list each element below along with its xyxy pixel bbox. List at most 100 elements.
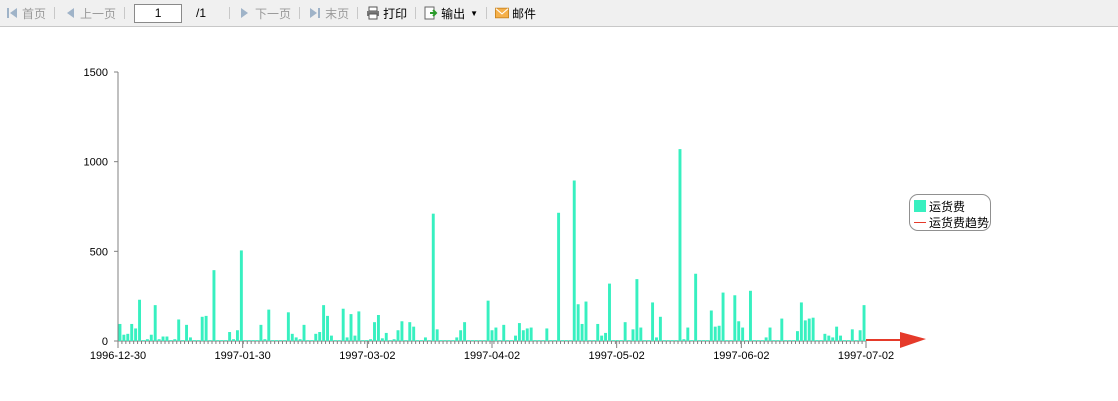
bar-freight	[341, 308, 345, 341]
bar-freight	[596, 323, 600, 341]
first-page-button[interactable]: 首页	[2, 3, 49, 23]
bar-freight	[333, 340, 337, 341]
bar-freight	[329, 335, 333, 341]
bar-freight	[831, 337, 835, 341]
bar-freight	[494, 327, 498, 341]
bar-freight	[674, 340, 678, 341]
bar-freight	[408, 322, 412, 341]
x-tick-label: 1997-01-30	[215, 350, 271, 362]
bar-freight	[623, 322, 627, 341]
bar-freight	[572, 180, 576, 341]
bar-freight	[286, 312, 290, 341]
trend-line-group	[866, 332, 926, 348]
bars-group	[118, 149, 866, 341]
last-page-button[interactable]: 末页	[305, 3, 352, 23]
bar-freight	[294, 337, 298, 341]
first-page-label: 首页	[22, 6, 47, 21]
bar-freight	[584, 301, 588, 341]
bar-freight	[725, 340, 729, 341]
report-toolbar: 首页 上一页 /1 下一页 末页 打印 输出 ▼	[0, 0, 1118, 27]
bar-freight	[302, 324, 306, 341]
bar-freight	[138, 299, 141, 341]
bar-freight	[580, 323, 584, 341]
bar-freight	[553, 340, 557, 341]
bar-freight	[361, 340, 365, 341]
bar-freight	[627, 340, 631, 341]
x-tick-label: 1997-05-02	[589, 350, 645, 362]
bar-freight	[474, 340, 478, 341]
bar-freight	[169, 340, 173, 341]
bar-freight	[130, 323, 134, 341]
bar-freight	[772, 340, 776, 341]
bar-freight	[643, 340, 647, 341]
bar-freight	[803, 320, 807, 341]
bar-freight	[713, 326, 717, 341]
bar-freight	[224, 340, 228, 341]
bar-freight	[412, 326, 416, 341]
bar-freight	[835, 326, 839, 341]
toolbar-separator	[299, 7, 301, 19]
legend-label-freight: 运货费	[929, 199, 966, 214]
bar-freight	[729, 340, 733, 341]
last-page-icon	[308, 6, 322, 20]
y-tick-label: 1000	[84, 157, 108, 169]
bar-freight	[228, 332, 232, 341]
prev-page-button[interactable]: 上一页	[60, 3, 119, 23]
bar-freight	[220, 340, 224, 341]
bar-freight	[373, 322, 376, 341]
bar-freight	[455, 337, 459, 341]
bar-freight	[690, 340, 694, 341]
bar-freight	[212, 270, 216, 341]
bar-freight	[529, 327, 533, 341]
bar-freight	[451, 340, 455, 341]
bar-freight	[502, 324, 506, 341]
print-button[interactable]: 打印	[363, 3, 410, 23]
bar-freight	[247, 340, 251, 341]
bar-freight	[752, 340, 756, 341]
bar-freight	[760, 340, 764, 341]
bar-freight	[235, 330, 239, 341]
bar-freight	[404, 340, 408, 341]
prev-page-label: 上一页	[80, 6, 117, 21]
next-page-button[interactable]: 下一页	[235, 3, 294, 23]
x-tick-label: 1997-03-02	[339, 350, 395, 362]
bar-freight	[259, 324, 263, 341]
bar-freight	[592, 340, 596, 341]
bar-freight	[858, 330, 862, 341]
page-number-input[interactable]	[134, 3, 183, 23]
bar-freight	[181, 340, 185, 341]
y-tick-label: 0	[102, 336, 108, 348]
bar-freight	[470, 340, 474, 341]
bar-freight	[173, 339, 177, 341]
export-icon	[424, 6, 438, 20]
bar-freight	[396, 330, 400, 341]
bar-freight	[318, 332, 322, 341]
bar-freight	[576, 304, 580, 341]
bar-freight	[447, 340, 451, 341]
bar-freight	[846, 340, 850, 341]
bar-freight	[463, 322, 467, 341]
bar-freight	[392, 339, 396, 341]
bar-freight	[467, 340, 470, 341]
x-tick-label: 1997-07-02	[838, 350, 894, 362]
y-axis: 0 500 1000 1500	[84, 67, 119, 348]
legend-item-freight: 运货费	[914, 198, 990, 214]
export-button[interactable]: 输出 ▼	[421, 3, 481, 23]
bar-freight	[400, 321, 404, 341]
page-total: /1	[196, 6, 207, 20]
bar-freight	[208, 340, 212, 341]
bar-freight	[239, 250, 243, 341]
bar-freight	[788, 340, 792, 341]
bar-freight	[647, 340, 651, 341]
bar-freight	[799, 302, 803, 341]
mail-button[interactable]: 邮件	[492, 3, 539, 23]
bar-freight	[823, 333, 827, 341]
bar-freight	[118, 323, 122, 341]
bar-freight	[639, 327, 643, 341]
legend-label-trend: 运货费趋势	[929, 215, 990, 230]
bar-freight	[279, 340, 282, 341]
bar-freight	[314, 333, 318, 341]
bar-freight	[161, 336, 165, 341]
bar-freight	[702, 340, 705, 341]
bar-freight	[145, 339, 149, 341]
